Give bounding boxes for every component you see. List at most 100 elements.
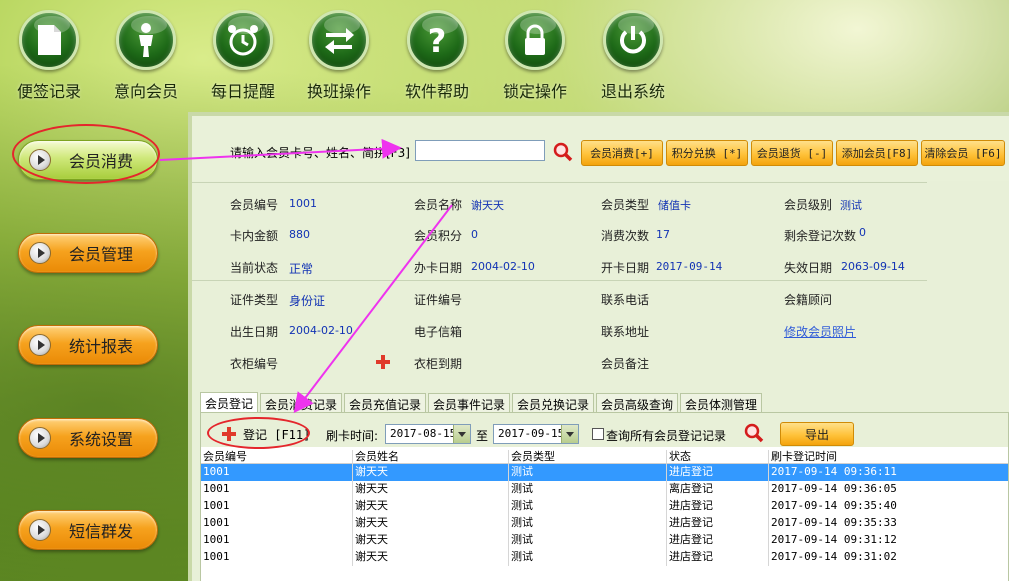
sidebar-item-sms[interactable]: 短信群发 <box>18 510 158 550</box>
annotation-ellipse <box>12 124 160 184</box>
label-advisor: 会籍顾问 <box>784 293 833 307</box>
tool-notes[interactable]: 便签记录 <box>4 10 94 105</box>
chevron-down-icon[interactable] <box>453 425 470 443</box>
table-row[interactable]: 1001 谢天天 测试 进店登记 2017-09-14 09:36:11 <box>201 464 1008 481</box>
svg-text:?: ? <box>428 22 447 58</box>
cell-status: 进店登记 <box>667 498 769 515</box>
divider <box>192 280 927 281</box>
cell-member-no: 1001 <box>201 532 353 549</box>
query-all-label: 查询所有会员登记记录 <box>606 429 727 443</box>
annotation-ellipse <box>207 417 310 449</box>
cell-status: 进店登记 <box>667 515 769 532</box>
column-header[interactable]: 刷卡登记时间 <box>769 450 1008 463</box>
label-open-date: 开卡日期 <box>601 261 650 275</box>
points-exchange-button[interactable]: 积分兑换 [*] <box>666 140 748 166</box>
label-email: 电子信箱 <box>414 325 463 339</box>
label-remark: 会员备注 <box>601 357 650 371</box>
search-icon[interactable] <box>744 423 764 443</box>
cell-member-name: 谢天天 <box>353 549 509 566</box>
value-member-name: 谢天天 <box>471 199 504 212</box>
table-row[interactable]: 1001 谢天天 测试 进店登记 2017-09-14 09:35:40 <box>201 498 1008 515</box>
tab-event-records[interactable]: 会员事件记录 <box>428 393 511 413</box>
column-header[interactable]: 会员编号 <box>201 450 353 463</box>
value-expire-date: 2063-09-14 <box>841 260 905 273</box>
cell-time: 2017-09-14 09:36:11 <box>771 465 897 478</box>
tool-lock[interactable]: 锁定操作 <box>490 10 580 105</box>
column-header[interactable]: 状态 <box>667 450 769 463</box>
cell-member-name: 谢天天 <box>353 481 509 498</box>
chevron-down-icon[interactable] <box>561 425 578 443</box>
tool-label: 退出系统 <box>600 82 665 101</box>
tab-register[interactable]: 会员登记 <box>200 392 259 414</box>
tab-fitness-test[interactable]: 会员体测管理 <box>680 393 763 413</box>
tab-exchange-records[interactable]: 会员兑换记录 <box>512 393 595 413</box>
export-button[interactable]: 导出 <box>780 422 854 446</box>
tool-exit[interactable]: 退出系统 <box>588 10 678 105</box>
register-toolbar: 登记 [F11] 刷卡时间: 2017-08-15 至 2017-09-15 查… <box>201 413 1008 449</box>
label-visits: 消费次数 <box>601 229 650 243</box>
cell-member-type: 测试 <box>509 532 667 549</box>
label-member-type: 会员类型 <box>601 198 650 212</box>
column-header[interactable]: 会员类型 <box>509 450 667 463</box>
tool-prospects[interactable]: 意向会员 <box>101 10 191 105</box>
table-row[interactable]: 1001 谢天天 测试 进店登记 2017-09-14 09:31:02 <box>201 549 1008 566</box>
add-locker-icon[interactable] <box>376 355 390 369</box>
sidebar-item-settings[interactable]: 系统设置 <box>18 418 158 458</box>
cell-member-no: 1001 <box>201 481 353 498</box>
column-header[interactable]: 会员姓名 <box>353 450 509 463</box>
cell-time: 2017-09-14 09:31:12 <box>771 533 897 546</box>
top-toolbar: 便签记录 意向会员 每日提醒 换班操作 ? 软件帮助 锁定操作 退出系统 <box>0 0 700 110</box>
search-icon[interactable] <box>553 142 573 162</box>
sidebar-item-members[interactable]: 会员管理 <box>18 233 158 273</box>
lock-icon <box>505 10 565 70</box>
value-id-type: 身份证 <box>289 294 326 308</box>
cell-time: 2017-09-14 09:31:02 <box>771 550 897 563</box>
register-table: 会员编号 会员姓名 会员类型 状态 刷卡登记时间 1001 谢天天 测试 进店登… <box>201 450 1008 566</box>
label-id-no: 证件编号 <box>414 293 463 307</box>
tab-advanced-query[interactable]: 会员高级查询 <box>596 393 679 413</box>
label-id-type: 证件类型 <box>230 293 279 307</box>
value-visits: 17 <box>656 228 670 241</box>
swipe-time-label: 刷卡时间: <box>326 429 379 443</box>
date-to-select[interactable]: 2017-09-15 <box>493 424 579 444</box>
edit-photo-link[interactable]: 修改会员照片 <box>784 323 856 340</box>
tool-reminder[interactable]: 每日提醒 <box>198 10 288 105</box>
power-icon <box>603 10 663 70</box>
cell-time: 2017-09-14 09:35:40 <box>771 499 897 512</box>
table-header: 会员编号 会员姓名 会员类型 状态 刷卡登记时间 <box>201 450 1008 464</box>
table-row[interactable]: 1001 谢天天 测试 进店登记 2017-09-14 09:35:33 <box>201 515 1008 532</box>
add-member-button[interactable]: 添加会员[F8] <box>836 140 918 166</box>
cell-member-no: 1001 <box>201 549 353 566</box>
date-to-value: 2017-09-15 <box>498 427 565 440</box>
label-status: 当前状态 <box>230 261 279 275</box>
sidebar-item-reports[interactable]: 统计报表 <box>18 325 158 365</box>
alarm-clock-icon <box>213 10 273 70</box>
tab-consume-records[interactable]: 会员消费记录 <box>260 393 343 413</box>
tab-recharge-records[interactable]: 会员充值记录 <box>344 393 427 413</box>
main-panel: 请输入会员卡号、姓名、简拼[F3] 会员消费[+] 积分兑换 [*] 会员退货 … <box>188 112 1009 581</box>
search-bar: 请输入会员卡号、姓名、简拼[F3] 会员消费[+] 积分兑换 [*] 会员退货 … <box>192 116 1009 181</box>
value-balance: 880 <box>289 228 310 241</box>
date-from-select[interactable]: 2017-08-15 <box>385 424 471 444</box>
cell-member-type: 测试 <box>509 481 667 498</box>
label-balance: 卡内金额 <box>230 229 279 243</box>
cell-member-type: 测试 <box>509 549 667 566</box>
query-all-checkbox[interactable] <box>592 428 604 440</box>
play-icon <box>29 519 51 541</box>
consume-button[interactable]: 会员消费[+] <box>581 140 663 166</box>
tool-label: 锁定操作 <box>502 82 567 101</box>
table-row[interactable]: 1001 谢天天 测试 离店登记 2017-09-14 09:36:05 <box>201 481 1008 498</box>
value-issue-date: 2004-02-10 <box>471 260 535 273</box>
clear-member-button[interactable]: 清除会员 [F6] <box>921 140 1005 166</box>
member-search-input[interactable] <box>415 140 545 161</box>
return-button[interactable]: 会员退货 [-] <box>751 140 833 166</box>
value-member-type: 储值卡 <box>658 199 691 212</box>
tool-help[interactable]: ? 软件帮助 <box>392 10 482 105</box>
table-row[interactable]: 1001 谢天天 测试 进店登记 2017-09-14 09:31:12 <box>201 532 1008 549</box>
tool-shift[interactable]: 换班操作 <box>294 10 384 105</box>
cell-status: 离店登记 <box>667 481 769 498</box>
cell-member-name: 谢天天 <box>353 464 509 481</box>
sidebar-item-label: 统计报表 <box>69 337 134 356</box>
label-birth: 出生日期 <box>230 325 279 339</box>
tab-register-panel: 登记 [F11] 刷卡时间: 2017-08-15 至 2017-09-15 查… <box>200 412 1009 581</box>
